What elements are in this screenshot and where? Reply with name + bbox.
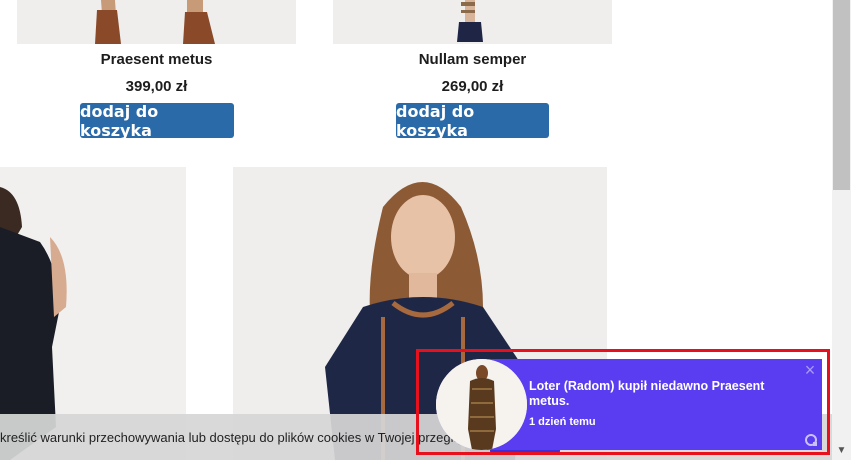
product-image-praesent-metus[interactable] bbox=[17, 0, 296, 44]
chevron-down-icon[interactable]: ▼ bbox=[834, 443, 849, 458]
add-to-cart-button[interactable]: dodaj do koszyka bbox=[396, 102, 549, 140]
add-to-cart-button[interactable]: dodaj do koszyka bbox=[80, 102, 234, 140]
product-price: 399,00 zł bbox=[125, 78, 188, 95]
product-name[interactable]: Nullam semper bbox=[333, 51, 612, 68]
product-image-nullam-semper[interactable] bbox=[333, 0, 612, 44]
product-price: 269,00 zł bbox=[441, 78, 504, 95]
highlight-frame bbox=[416, 349, 830, 455]
product-name[interactable]: Praesent metus bbox=[17, 51, 296, 68]
cookie-bar-text: kreślić warunki przechowywania lub dostę… bbox=[0, 430, 461, 445]
scrollbar-thumb[interactable] bbox=[833, 0, 850, 190]
